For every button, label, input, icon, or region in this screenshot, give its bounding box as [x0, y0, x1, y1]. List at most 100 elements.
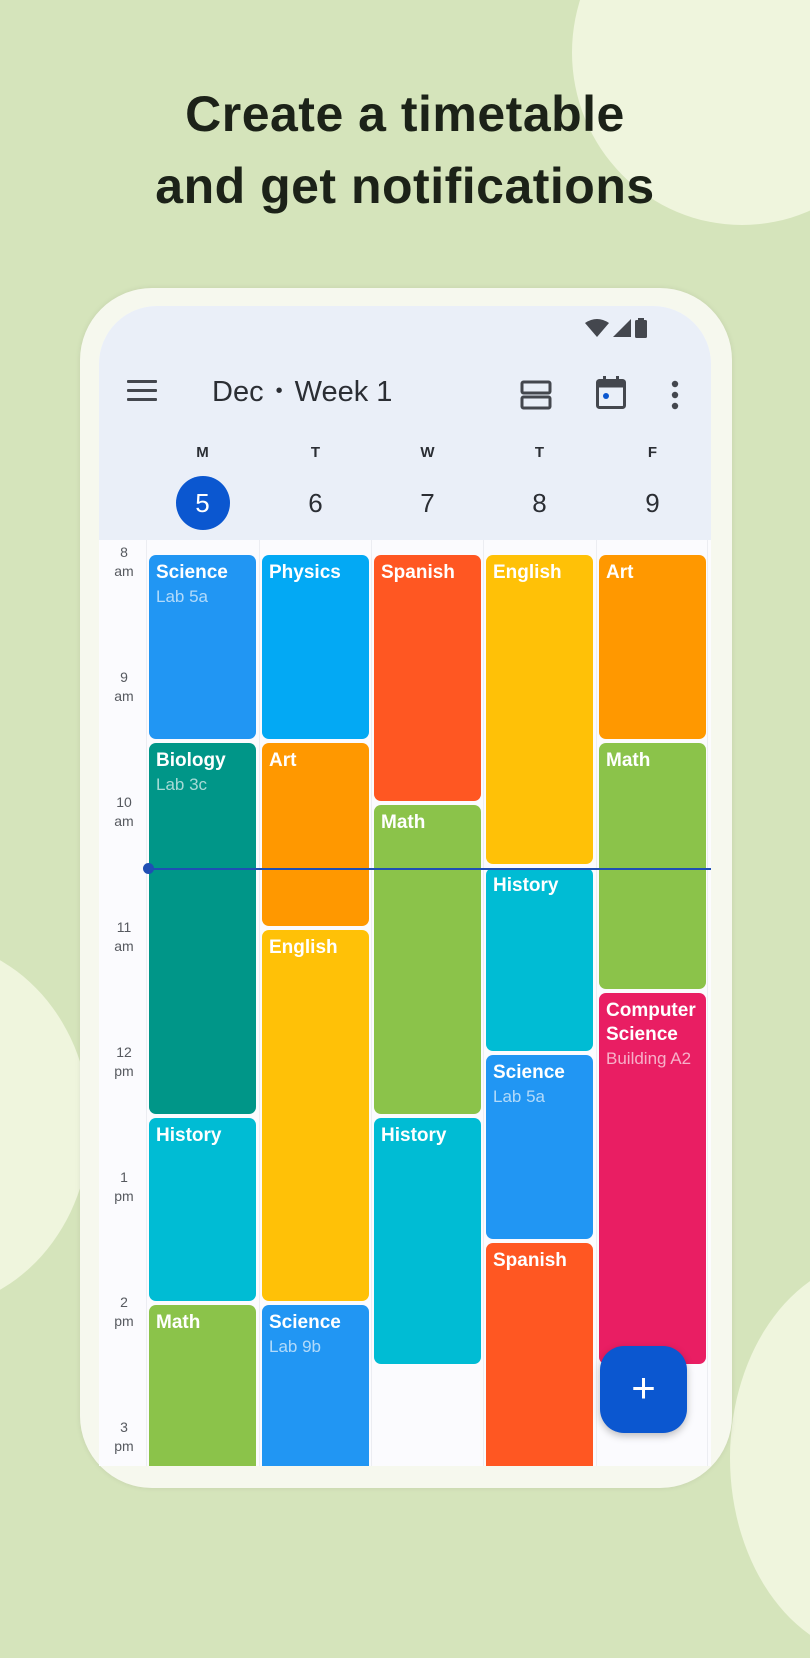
event-name: History	[493, 874, 559, 896]
day-letter: T	[534, 444, 545, 461]
class-event[interactable]: Science Lab 5a	[486, 1055, 593, 1239]
battery-icon	[635, 318, 647, 338]
app-screen: Dec • Week 1 M5T6W7T8F9 8 am 9 am 10 am 11 am 12 pm…	[99, 306, 711, 1466]
class-event[interactable]: Art	[599, 555, 706, 739]
class-event[interactable]: Biology Lab 3c	[149, 742, 256, 1114]
event-name: Biology	[156, 749, 226, 771]
day-column-header[interactable]: T8	[510, 444, 570, 530]
more-vert-icon[interactable]	[671, 380, 679, 410]
day-letter: T	[310, 444, 321, 461]
class-event[interactable]: Math	[374, 805, 481, 1114]
day-date: 6	[308, 488, 323, 518]
current-time-dot	[143, 863, 154, 874]
time-hour: 8	[120, 544, 128, 560]
time-hour: 1	[120, 1169, 128, 1185]
event-name: Physics	[269, 562, 341, 583]
background-circle	[730, 1258, 810, 1658]
headline-line-2: and get notifications	[155, 158, 655, 214]
title-month: Dec	[212, 376, 264, 408]
time-label: 12 pm	[101, 1043, 147, 1081]
event-name: Art	[269, 749, 297, 771]
title-week: Week 1	[294, 376, 393, 408]
event-name: Science	[269, 1312, 341, 1333]
event-name: Math	[381, 812, 426, 833]
event-name: Science	[156, 562, 228, 583]
day-column-header[interactable]: M5	[173, 444, 233, 530]
event-name: Spanish	[381, 562, 455, 583]
class-event[interactable]: Math	[599, 742, 706, 989]
day-column-header[interactable]: W7	[398, 444, 458, 530]
grid-divider	[483, 540, 484, 1466]
page-title[interactable]: Dec • Week 1	[212, 376, 392, 409]
current-time-line	[147, 867, 711, 870]
time-period: pm	[114, 1063, 134, 1079]
day-column-header[interactable]: F9	[623, 444, 683, 530]
class-event[interactable]: English	[262, 930, 369, 1301]
event-room: Lab 5a	[156, 587, 208, 606]
view-agenda-icon[interactable]	[520, 380, 552, 410]
menu-icon[interactable]	[127, 380, 157, 402]
event-room: Building A2	[606, 1048, 692, 1068]
signal-icon	[613, 319, 631, 337]
time-hour: 2	[120, 1294, 128, 1310]
grid-divider	[596, 540, 597, 1466]
day-column-header[interactable]: T6	[286, 444, 346, 530]
event-name: Computer Science	[606, 999, 696, 1045]
class-event[interactable]: Spanish	[486, 1242, 593, 1466]
class-event[interactable]: Spanish	[374, 555, 481, 801]
time-hour: 9	[120, 669, 128, 685]
class-event[interactable]: Math	[149, 1305, 256, 1466]
day-letter: W	[420, 444, 435, 461]
day-date: 8	[532, 488, 547, 518]
class-event[interactable]: Computer Science Building A2	[599, 992, 706, 1364]
time-period: am	[114, 563, 134, 579]
week-day-header: M5T6W7T8F9	[99, 444, 711, 534]
time-label: 3 pm	[101, 1418, 147, 1456]
event-room: Lab 5a	[493, 1087, 545, 1106]
headline: Create a timetable and get notifications	[0, 78, 810, 222]
time-hour: 11	[116, 919, 132, 935]
time-period: am	[114, 813, 134, 829]
grid-divider	[259, 540, 260, 1466]
class-event[interactable]: Physics	[262, 555, 369, 739]
class-event[interactable]: Science Lab 9b	[262, 1305, 369, 1466]
today-date-badge: 5	[175, 476, 230, 530]
event-name: English	[493, 562, 562, 583]
event-name: History	[156, 1124, 222, 1146]
class-event[interactable]: History	[149, 1117, 256, 1301]
wifi-icon	[585, 319, 609, 337]
event-name: Spanish	[493, 1249, 567, 1271]
time-hour: 12	[116, 1044, 132, 1060]
event-name: English	[269, 937, 338, 958]
class-event[interactable]: Art	[262, 742, 369, 926]
day-date: 9	[645, 488, 660, 518]
title-separator: •	[275, 380, 283, 402]
time-label: 2 pm	[101, 1293, 147, 1331]
time-label: 11 am	[101, 918, 147, 956]
add-icon: +	[631, 1364, 656, 1411]
time-hour: 10	[116, 794, 132, 810]
headline-line-1: Create a timetable	[185, 86, 625, 142]
event-room: Lab 9b	[269, 1337, 321, 1356]
time-label: 8 am	[101, 543, 147, 581]
class-event[interactable]: History	[486, 867, 593, 1051]
toolbar: Dec • Week 1	[99, 366, 711, 426]
background-circle	[0, 940, 90, 1310]
class-event[interactable]: English	[486, 555, 593, 864]
status-bar	[585, 318, 647, 338]
add-event-button[interactable]: +	[600, 1346, 687, 1433]
calendar-today-icon[interactable]	[596, 376, 626, 410]
time-period: am	[114, 688, 134, 704]
day-date: 7	[420, 488, 435, 518]
app-header: Dec • Week 1 M5T6W7T8F9	[99, 306, 711, 540]
event-name: History	[381, 1124, 447, 1146]
time-period: am	[114, 938, 134, 954]
time-label: 10 am	[101, 793, 147, 831]
event-name: Science	[493, 1062, 565, 1083]
time-period: pm	[114, 1313, 134, 1329]
time-label: 9 am	[101, 668, 147, 706]
class-event[interactable]: Science Lab 5a	[149, 555, 256, 739]
class-event[interactable]: History	[374, 1117, 481, 1364]
time-period: pm	[114, 1188, 134, 1204]
event-name: Math	[606, 749, 651, 771]
